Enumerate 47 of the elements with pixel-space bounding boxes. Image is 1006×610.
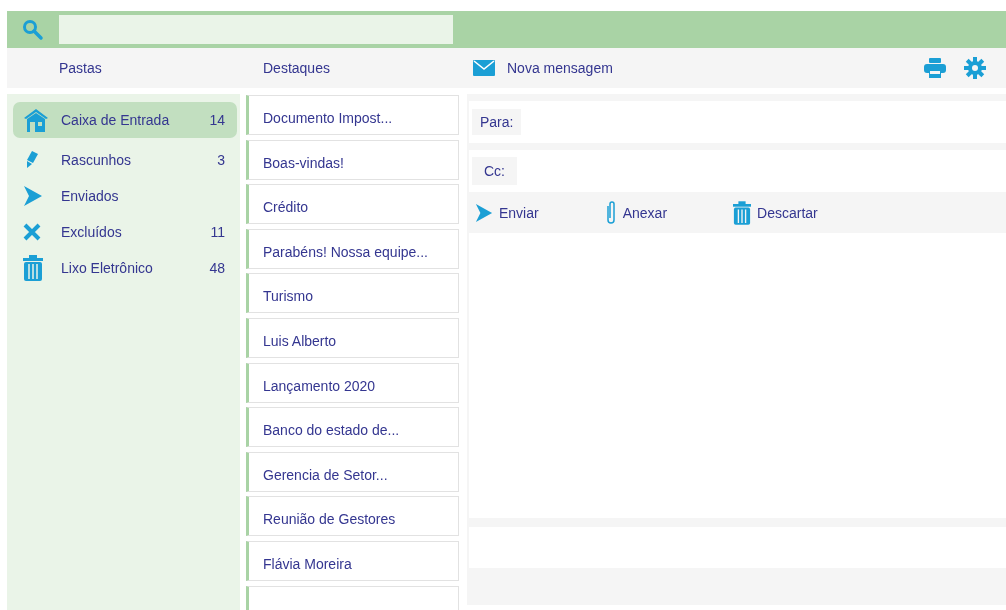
unread-count: 3 — [217, 152, 225, 168]
message-item[interactable]: Flávia Moreira — [246, 540, 459, 581]
message-item[interactable]: Lançamento 2020 — [246, 362, 459, 403]
field-label: Cc: — [472, 157, 517, 185]
folder-label: Enviados — [61, 188, 120, 204]
printer-icon[interactable] — [924, 58, 946, 78]
attach-button[interactable]: Anexar — [604, 199, 668, 226]
folder-item[interactable]: Rascunhos 3 — [13, 142, 237, 178]
message-item[interactable]: Reunião de Gestores — [246, 496, 459, 537]
settings-icon[interactable] — [964, 57, 986, 79]
search-field[interactable] — [59, 15, 453, 44]
folder-item[interactable]: Enviados — [13, 178, 237, 214]
trash-icon — [23, 255, 43, 281]
folder-item[interactable]: Lixo Eletrônico 48 — [13, 250, 237, 286]
message-item[interactable]: Luis Alberto — [246, 317, 459, 358]
paperclip-icon — [604, 199, 617, 226]
recipient-field[interactable]: Cc: — [469, 150, 1006, 192]
message-item[interactable]: Crédito — [246, 184, 459, 225]
message-item[interactable]: Documento Impost... — [246, 95, 459, 135]
trash-icon — [733, 200, 752, 225]
unread-count: 48 — [209, 260, 225, 276]
unread-count: 14 — [209, 112, 225, 128]
folder-label: Caixa de Entrada — [61, 112, 171, 128]
section-title: Destaques — [263, 60, 331, 76]
folder-label: Lixo Eletrônico — [61, 260, 154, 276]
paper-plane-icon — [475, 202, 493, 223]
send-button[interactable]: Enviar — [475, 202, 539, 223]
envelope-icon — [473, 60, 495, 76]
folder-item[interactable]: Caixa de Entrada 14 — [13, 102, 237, 138]
search-icon[interactable] — [22, 18, 44, 41]
message-item[interactable]: Parabéns! Nossa equipe... — [246, 228, 459, 269]
message-item[interactable]: Gerencia de Setor... — [246, 451, 459, 492]
discard-button[interactable]: Descartar — [733, 200, 818, 225]
section-title: Pastas — [59, 60, 103, 76]
message-item[interactable]: Banco do estado de... — [246, 407, 459, 448]
folder-label: Excluídos — [61, 224, 123, 240]
message-item[interactable]: Boas-vindas! — [246, 139, 459, 180]
field-label: Para: — [472, 109, 522, 135]
x-icon — [23, 223, 41, 241]
paper-plane-icon — [23, 185, 43, 207]
message-item[interactable]: Turismo — [246, 273, 459, 314]
folder-item[interactable]: Excluídos 11 — [13, 214, 237, 250]
recipient-field[interactable]: Para: — [469, 101, 1006, 143]
folder-label: Rascunhos — [61, 152, 133, 168]
house-icon — [23, 107, 49, 133]
unread-count: 11 — [210, 224, 225, 240]
new-message-button[interactable]: Nova mensagem — [467, 60, 613, 76]
